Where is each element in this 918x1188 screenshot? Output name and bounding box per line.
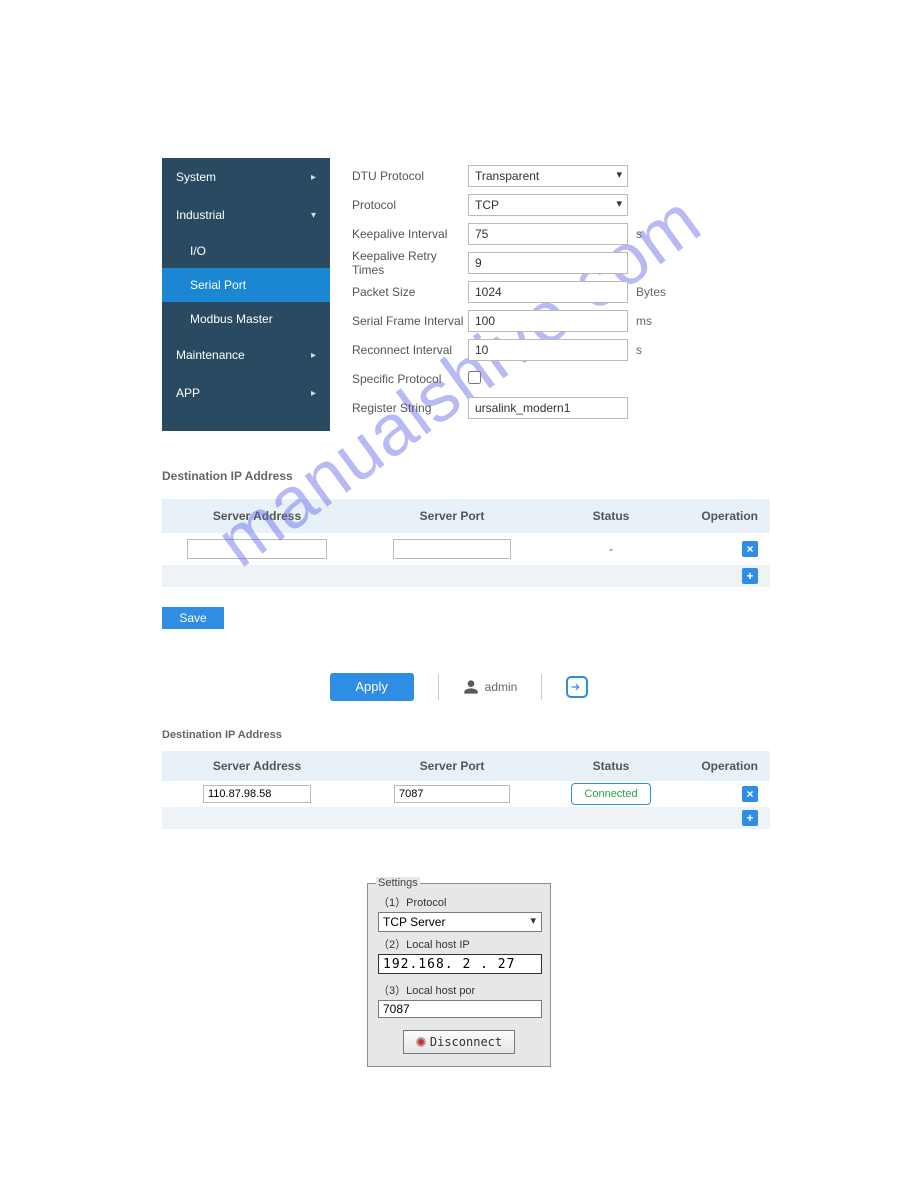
packet-size-input[interactable] (468, 281, 628, 303)
serial-frame-label: Serial Frame Interval (352, 314, 468, 328)
sidebar-item-maintenance[interactable]: Maintenance (162, 336, 330, 374)
col-status: Status (552, 509, 670, 523)
sidebar-item-system[interactable]: System (162, 158, 330, 196)
record-icon (416, 1037, 426, 1047)
keepalive-retry-label: Keepalive Retry Times (352, 249, 468, 277)
col-server-port: Server Port (352, 509, 552, 523)
col-status: Status (552, 759, 670, 773)
sidebar-label-industrial: Industrial (176, 208, 225, 222)
settings-protocol-label: （1）Protocol (378, 894, 540, 910)
apply-button[interactable]: Apply (330, 673, 414, 701)
packet-size-label: Packet Size (352, 285, 468, 299)
specific-protocol-checkbox[interactable] (468, 371, 481, 384)
settings-panel: Settings （1）Protocol TCP Server （2）Local… (367, 883, 551, 1067)
sidebar-item-app[interactable]: APP (162, 374, 330, 412)
server-address-input[interactable] (203, 785, 311, 803)
server-address-input[interactable] (187, 539, 327, 559)
sidebar-item-industrial[interactable]: Industrial (162, 196, 330, 234)
serial-port-form: DTU Protocol Transparent Protocol TCP Ke… (352, 162, 762, 423)
disconnect-label: Disconnect (430, 1035, 502, 1049)
col-server-port: Server Port (352, 759, 552, 773)
settings-host-port-input[interactable] (378, 1000, 542, 1018)
dtu-protocol-label: DTU Protocol (352, 169, 468, 183)
disconnect-button[interactable]: Disconnect (403, 1030, 515, 1054)
server-port-input[interactable] (394, 785, 510, 803)
table-row: Connected × (162, 781, 770, 807)
settings-host-port-label: （3）Local host por (378, 982, 540, 998)
keepalive-interval-input[interactable] (468, 223, 628, 245)
server-port-input[interactable] (393, 539, 511, 559)
user-name: admin (485, 680, 518, 694)
sidebar-item-modbus-master[interactable]: Modbus Master (162, 302, 330, 336)
col-operation: Operation (670, 509, 770, 523)
table-row: - × (162, 533, 770, 565)
delete-row-icon[interactable]: × (742, 786, 758, 802)
user-icon (463, 679, 479, 695)
protocol-label: Protocol (352, 198, 468, 212)
settings-legend: Settings (376, 877, 420, 889)
settings-host-ip-input[interactable] (378, 954, 542, 974)
keepalive-retry-input[interactable] (468, 252, 628, 274)
destination-ip-block-2: Destination IP Address Server Address Se… (162, 729, 770, 829)
reconnect-unit: s (636, 343, 642, 357)
settings-host-ip-label: （2）Local host IP (378, 936, 540, 952)
col-operation: Operation (670, 759, 770, 773)
add-row-icon[interactable]: + (742, 810, 758, 826)
register-string-input[interactable] (468, 397, 628, 419)
status-badge: Connected (571, 783, 650, 805)
sidebar-item-serial-port[interactable]: Serial Port (162, 268, 330, 302)
sidebar-label-app: APP (176, 386, 200, 400)
sidebar-label-system: System (176, 170, 216, 184)
settings-protocol-select[interactable]: TCP Server (378, 912, 542, 932)
specific-protocol-label: Specific Protocol (352, 372, 468, 386)
logout-icon (570, 680, 584, 694)
reconnect-input[interactable] (468, 339, 628, 361)
save-button[interactable]: Save (162, 607, 224, 629)
config-panel: System Industrial I/O Serial Port Modbus… (162, 158, 772, 431)
divider (541, 674, 542, 700)
add-row-icon[interactable]: + (742, 568, 758, 584)
protocol-select[interactable]: TCP (468, 194, 628, 216)
destination-ip-title-2: Destination IP Address (162, 729, 770, 741)
top-bar: Apply admin (0, 673, 918, 701)
user-indicator: admin (463, 679, 518, 695)
divider (438, 674, 439, 700)
row-status: - (552, 542, 670, 556)
sidebar: System Industrial I/O Serial Port Modbus… (162, 158, 330, 431)
destination-ip-block-1: Destination IP Address Server Address Se… (162, 469, 770, 629)
logout-button[interactable] (566, 676, 588, 698)
serial-frame-input[interactable] (468, 310, 628, 332)
serial-frame-unit: ms (636, 314, 652, 328)
dtu-protocol-select[interactable]: Transparent (468, 165, 628, 187)
keepalive-interval-label: Keepalive Interval (352, 227, 468, 241)
reconnect-label: Reconnect Interval (352, 343, 468, 357)
packet-size-unit: Bytes (636, 285, 666, 299)
col-server-address: Server Address (162, 759, 352, 773)
sidebar-item-io[interactable]: I/O (162, 234, 330, 268)
keepalive-interval-unit: s (636, 227, 642, 241)
col-server-address: Server Address (162, 509, 352, 523)
destination-ip-title-1: Destination IP Address (162, 469, 770, 483)
delete-row-icon[interactable]: × (742, 541, 758, 557)
register-string-label: Register String (352, 401, 468, 415)
sidebar-label-maintenance: Maintenance (176, 348, 245, 362)
